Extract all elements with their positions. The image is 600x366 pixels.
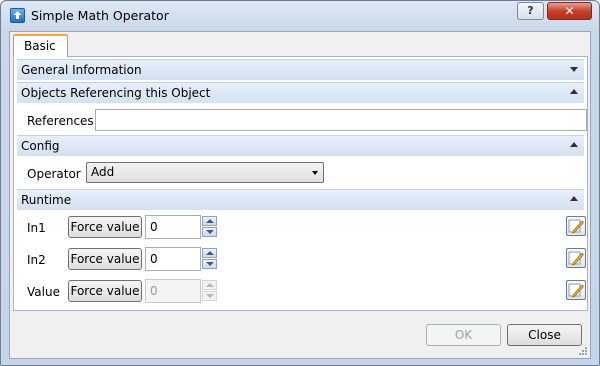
value-value: 0	[150, 284, 158, 298]
resize-grip-icon[interactable]	[578, 346, 588, 356]
in1-value-input[interactable]: 0	[145, 215, 201, 239]
pencil-icon	[568, 251, 584, 266]
operator-value: Add	[91, 165, 115, 179]
pencil-icon	[568, 283, 584, 298]
in1-label: In1	[27, 221, 46, 235]
chevron-down-icon	[312, 171, 318, 175]
tab-label: Basic	[24, 39, 56, 53]
arrow-up-icon	[206, 219, 214, 223]
close-button[interactable]: Close	[507, 324, 582, 346]
in2-force-value-button[interactable]: Force value	[68, 248, 142, 270]
expand-icon	[570, 67, 578, 72]
in2-edit-button[interactable]	[566, 248, 586, 268]
collapse-icon	[570, 142, 578, 147]
collapse-icon	[570, 89, 578, 94]
value-spin-down	[202, 291, 217, 301]
in2-label: In2	[27, 253, 46, 267]
section-label: Runtime	[21, 193, 72, 207]
value-edit-button[interactable]	[566, 280, 586, 300]
value-spin-up	[202, 280, 217, 290]
in1-value: 0	[150, 220, 158, 234]
window-title: Simple Math Operator	[31, 8, 169, 23]
ok-button[interactable]: OK	[426, 324, 501, 346]
value-force-value-button[interactable]: Force value	[68, 280, 142, 302]
arrow-down-icon	[206, 262, 214, 266]
in2-spin-down[interactable]	[202, 259, 217, 269]
in1-spin-up[interactable]	[202, 216, 217, 226]
references-label: References	[27, 114, 94, 128]
tab-basic[interactable]: Basic	[13, 34, 68, 57]
in2-value-input[interactable]: 0	[145, 247, 201, 271]
app-icon	[10, 8, 25, 23]
section-config[interactable]: Config	[17, 135, 584, 156]
in1-edit-button[interactable]	[566, 216, 586, 236]
title-bar[interactable]: Simple Math Operator ? ✕	[1, 1, 599, 31]
arrow-down-icon	[206, 230, 214, 234]
section-label: General Information	[21, 63, 142, 77]
in1-spin-down[interactable]	[202, 227, 217, 237]
dialog-client-area: Basic General Information Objects Refere…	[9, 31, 591, 359]
close-icon: ✕	[564, 4, 575, 18]
operator-label: Operator	[27, 167, 81, 181]
section-general-information[interactable]: General Information	[17, 59, 584, 80]
in2-spin-up[interactable]	[202, 248, 217, 258]
help-button[interactable]: ?	[517, 2, 544, 20]
pencil-icon	[568, 219, 584, 234]
arrow-down-icon	[206, 294, 214, 298]
close-window-button[interactable]: ✕	[547, 2, 592, 20]
section-objects-referencing[interactable]: Objects Referencing this Object	[17, 82, 584, 103]
references-field[interactable]	[95, 109, 587, 131]
collapse-icon	[570, 196, 578, 201]
value-value-input: 0	[145, 279, 201, 303]
section-label: Config	[21, 139, 60, 153]
arrow-up-icon	[206, 283, 214, 287]
in1-force-value-button[interactable]: Force value	[68, 216, 142, 238]
dialog-window: Simple Math Operator ? ✕ Basic General I…	[0, 0, 600, 366]
section-label: Objects Referencing this Object	[21, 86, 211, 100]
section-runtime[interactable]: Runtime	[17, 189, 584, 210]
tab-panel: General Information Objects Referencing …	[13, 56, 588, 311]
operator-select[interactable]: Add	[86, 162, 324, 183]
in2-value: 0	[150, 252, 158, 266]
arrow-up-icon	[206, 251, 214, 255]
value-label: Value	[27, 285, 60, 299]
